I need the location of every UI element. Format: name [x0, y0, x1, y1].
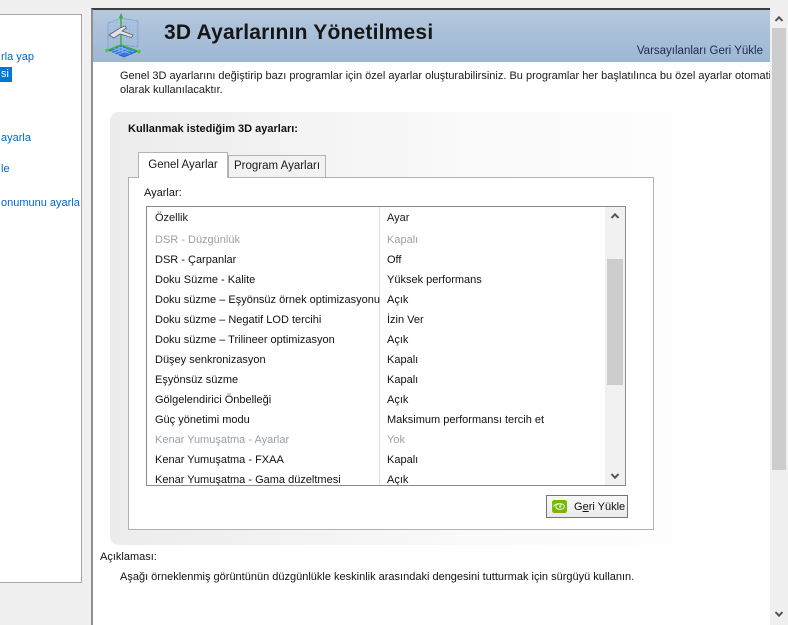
- table-row[interactable]: Düşey senkronizasyon Kapalı: [147, 351, 605, 371]
- main-scrollbar[interactable]: [770, 8, 788, 625]
- description-text: Aşağı örneklenmiş görüntünün düzgünlükle…: [120, 571, 635, 583]
- restore-defaults-link[interactable]: Varsayılanları Geri Yükle: [637, 45, 763, 57]
- setting-value-cell[interactable]: Maksimum performansı tercih et: [387, 414, 544, 426]
- feature-cell: Gölgelendirici Önbelleği: [155, 394, 272, 406]
- feature-cell: Doku süzme – Eşyönsüz örnek optimizasyon…: [155, 294, 380, 306]
- page-title: 3D Ayarlarının Yönetilmesi: [164, 21, 434, 44]
- feature-cell: Kenar Yumuşatma - Ayarlar: [155, 434, 290, 446]
- setting-value-cell[interactable]: Kapalı: [387, 374, 418, 386]
- scroll-up-button[interactable]: [770, 10, 788, 28]
- table-row[interactable]: Güç yönetimi modu Maksimum performansı te…: [147, 411, 605, 431]
- setting-value-cell[interactable]: Off: [387, 254, 401, 266]
- 3d-axes-plane-icon: [105, 13, 141, 58]
- sidebar-item-adjust-image-settings[interactable]: rla yap: [1, 51, 34, 63]
- navigation-tree: rla yap si ayarla le onumunu ayarla: [0, 14, 82, 583]
- scroll-down-button[interactable]: [605, 467, 625, 485]
- table-row[interactable]: Kenar Yumuşatma - FXAA Kapalı: [147, 451, 605, 471]
- table-row[interactable]: DSR - Düzgünlük Kapalı: [147, 231, 605, 251]
- feature-cell: Düşey senkronizasyon: [155, 354, 266, 366]
- panel-heading: Kullanmak istediğim 3D ayarları:: [128, 123, 298, 135]
- setting-value-cell[interactable]: İzin Ver: [387, 314, 424, 326]
- intro-text: Genel 3D ayarlarını değiştirip bazı prog…: [120, 69, 777, 97]
- sidebar-item-configure-physx[interactable]: ayarla: [1, 132, 31, 144]
- table-row[interactable]: Doku süzme – Negatif LOD tercihi İzin Ver: [147, 311, 605, 331]
- chevron-down-icon: [774, 608, 784, 618]
- setting-value-cell[interactable]: Yok: [387, 434, 405, 446]
- feature-cell: Doku Süzme - Kalite: [155, 274, 256, 286]
- chevron-up-icon: [774, 15, 784, 25]
- setting-value-cell[interactable]: Kapalı: [387, 354, 418, 366]
- sidebar-item-change-resolution[interactable]: le: [1, 163, 10, 175]
- setting-value-cell[interactable]: Açık: [387, 474, 408, 485]
- feature-cell: Doku süzme – Negatif LOD tercihi: [155, 314, 322, 326]
- tab-content: Ayarlar: Özellik Ayar DSR - Düzgünlük Kap…: [128, 177, 654, 530]
- table-row[interactable]: Kenar Yumuşatma - Gama düzeltmesi Açık: [147, 471, 605, 486]
- table-row[interactable]: DSR - Çarpanlar Off: [147, 251, 605, 271]
- column-header-setting[interactable]: Ayar: [387, 212, 409, 224]
- feature-cell: Kenar Yumuşatma - Gama düzeltmesi: [155, 474, 341, 486]
- description-label: Açıklaması:: [100, 551, 157, 563]
- intro-line-2: olarak kullanılacaktır.: [120, 84, 223, 96]
- setting-value-cell[interactable]: Açık: [387, 334, 408, 346]
- page-header: 3D Ayarlarının Yönetilmesi Varsayılanlar…: [93, 10, 770, 62]
- scroll-down-button[interactable]: [770, 605, 788, 623]
- settings-label: Ayarlar:: [144, 187, 182, 199]
- table-row[interactable]: Doku süzme – Trilineer optimizasyon Açık: [147, 331, 605, 351]
- setting-value-cell[interactable]: Kapalı: [387, 234, 418, 246]
- scrollbar-thumb[interactable]: [772, 28, 786, 470]
- table-row[interactable]: Kenar Yumuşatma - Ayarlar Yok: [147, 431, 605, 451]
- settings-panel: Kullanmak istediğim 3D ayarları: Genel A…: [110, 112, 770, 545]
- column-header-feature[interactable]: Özellik: [155, 212, 188, 224]
- window-top-strip: [0, 0, 788, 8]
- setting-value-cell[interactable]: Açık: [387, 294, 408, 306]
- table-row[interactable]: Doku Süzme - Kalite Yüksek performans: [147, 271, 605, 291]
- setting-value-cell[interactable]: Yüksek performans: [387, 274, 482, 286]
- table-row[interactable]: Doku süzme – Eşyönsüz örnek optimizasyon…: [147, 291, 605, 311]
- feature-cell: Doku süzme – Trilineer optimizasyon: [155, 334, 335, 346]
- table-row[interactable]: Eşyönsüz süzme Kapalı: [147, 371, 605, 391]
- scrollbar-thumb[interactable]: [607, 259, 623, 385]
- feature-cell: Güç yönetimi modu: [155, 414, 250, 426]
- tab-program-settings[interactable]: Program Ayarları: [228, 155, 326, 178]
- settings-table: Özellik Ayar DSR - Düzgünlük Kapalı DSR - …: [146, 206, 626, 486]
- setting-value-cell[interactable]: Kapalı: [387, 454, 418, 466]
- feature-cell: Eşyönsüz süzme: [155, 374, 239, 386]
- feature-cell: DSR - Çarpanlar: [155, 254, 237, 266]
- sidebar-item-manage-3d-settings-selected[interactable]: si: [0, 67, 12, 82]
- restore-button-label: Geri Yükle: [574, 500, 626, 513]
- scroll-up-button[interactable]: [605, 207, 625, 225]
- intro-line-1: Genel 3D ayarlarını değiştirip bazı prog…: [120, 70, 777, 82]
- table-scrollbar[interactable]: [605, 207, 625, 485]
- tab-general-settings[interactable]: Genel Ayarlar: [138, 152, 228, 178]
- chevron-up-icon: [610, 212, 620, 222]
- table-row[interactable]: Gölgelendirici Önbelleği Açık: [147, 391, 605, 411]
- main-content: 3D Ayarlarının Yönetilmesi Varsayılanlar…: [91, 8, 777, 625]
- chevron-down-icon: [610, 470, 620, 480]
- feature-cell: DSR - Düzgünlük: [155, 234, 240, 246]
- sidebar-item-adjust-desktop-position[interactable]: onumunu ayarla: [1, 197, 80, 209]
- table-header-row: Özellik Ayar: [147, 207, 605, 231]
- restore-button[interactable]: Geri Yükle: [546, 495, 628, 518]
- setting-value-cell[interactable]: Açık: [387, 394, 408, 406]
- feature-cell: Kenar Yumuşatma - FXAA: [155, 454, 284, 466]
- nvidia-logo-icon: [552, 500, 567, 513]
